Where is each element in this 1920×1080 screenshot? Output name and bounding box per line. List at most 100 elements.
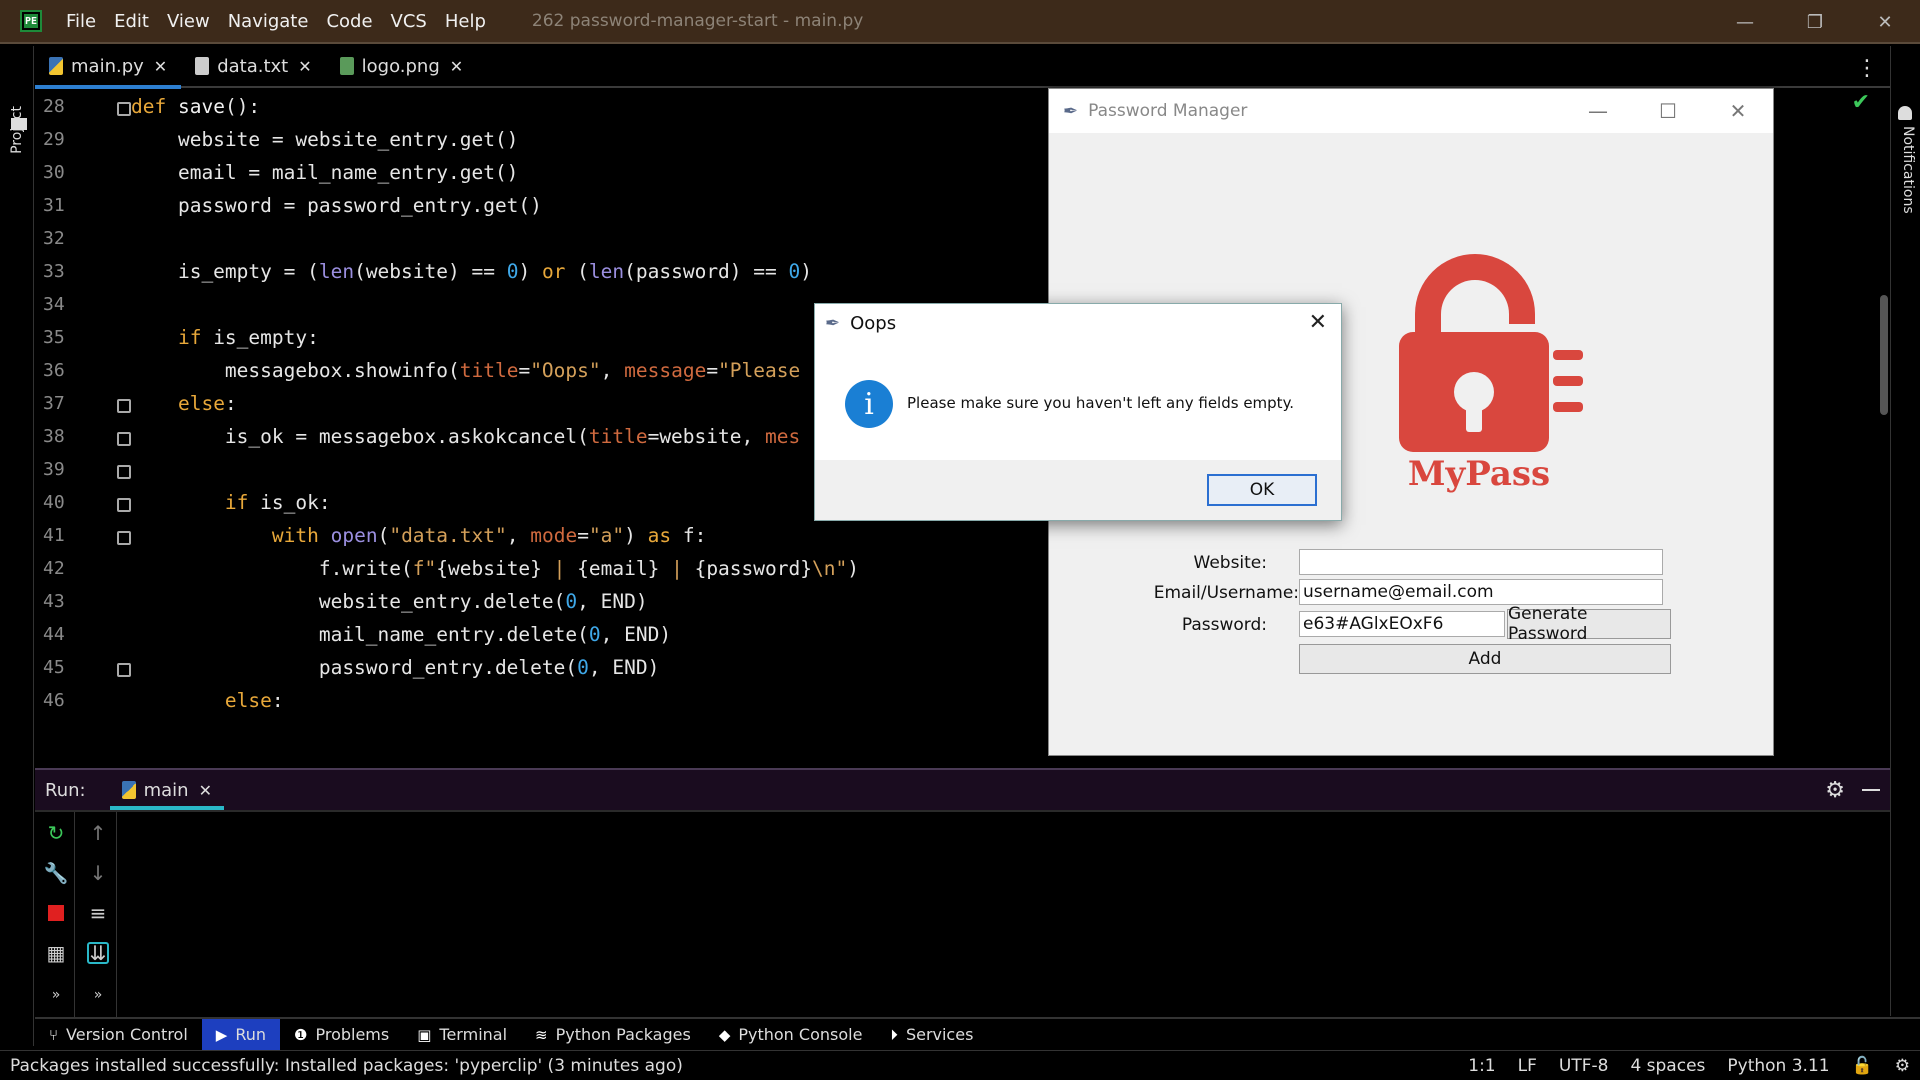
generate-password-button[interactable]: Generate Password bbox=[1507, 604, 1671, 644]
pycharm-logo-icon[interactable]: PE bbox=[20, 10, 42, 32]
line-number: 40 bbox=[43, 492, 65, 513]
text-file-icon bbox=[195, 57, 210, 75]
close-icon[interactable]: ✕ bbox=[199, 781, 212, 800]
more-options-icon[interactable]: ⋮ bbox=[1856, 56, 1878, 81]
tab-data-txt[interactable]: data.txt ✕ bbox=[181, 45, 325, 87]
fold-marker-icon[interactable] bbox=[117, 399, 131, 413]
restore-button[interactable]: ❐ bbox=[1780, 0, 1850, 44]
more-actions-icon[interactable]: » bbox=[45, 984, 67, 1006]
title-bar: PE File Edit View Navigate Code VCS Help… bbox=[0, 0, 1920, 44]
tool-run[interactable]: ▶ Run bbox=[201, 1019, 281, 1050]
run-toolbar: ↻ 🔧 ▦ » bbox=[35, 812, 75, 1017]
menu-view[interactable]: View bbox=[167, 11, 210, 32]
fold-marker-icon[interactable] bbox=[117, 102, 131, 116]
tool-label: Run bbox=[235, 1025, 267, 1044]
fold-marker-icon[interactable] bbox=[117, 498, 131, 512]
arrow-up-icon[interactable]: ↑ bbox=[87, 821, 109, 845]
line-number: 46 bbox=[43, 690, 65, 711]
code-line: website_entry.delete(0, END) bbox=[131, 590, 648, 613]
add-button[interactable]: Add bbox=[1299, 644, 1671, 674]
menu-vcs[interactable]: VCS bbox=[391, 11, 427, 32]
menu-edit[interactable]: Edit bbox=[114, 11, 149, 32]
line-number: 41 bbox=[43, 525, 65, 546]
ok-button[interactable]: OK bbox=[1207, 474, 1317, 506]
no-problems-check-icon[interactable]: ✔ bbox=[1852, 90, 1870, 115]
tab-main-py[interactable]: main.py ✕ bbox=[35, 45, 182, 89]
tab-label: main.py bbox=[71, 55, 144, 77]
tab-label: logo.png bbox=[361, 55, 440, 77]
menu-code[interactable]: Code bbox=[326, 11, 372, 32]
close-icon[interactable]: ✕ bbox=[154, 57, 167, 76]
pm-close-button[interactable]: ✕ bbox=[1703, 89, 1773, 133]
close-button[interactable]: ✕ bbox=[1850, 0, 1920, 44]
website-label: Website: bbox=[1193, 553, 1268, 573]
status-widgets: 1:1 LF UTF-8 4 spaces Python 3.11 🔓 ⚙ bbox=[1446, 1056, 1910, 1076]
tool-label: Problems bbox=[315, 1025, 390, 1044]
gear-icon[interactable]: ⚙ bbox=[1895, 1056, 1910, 1076]
run-tab-main[interactable]: main ✕ bbox=[109, 769, 225, 811]
python-console-icon: ◆ bbox=[718, 1025, 731, 1044]
image-file-icon bbox=[339, 57, 354, 75]
soft-wrap-icon[interactable]: ≡ bbox=[87, 901, 109, 925]
arrow-down-icon[interactable]: ↓ bbox=[87, 861, 109, 885]
indent-setting[interactable]: 4 spaces bbox=[1630, 1056, 1705, 1076]
tool-terminal[interactable]: ▣ Terminal bbox=[403, 1019, 521, 1050]
caret-position[interactable]: 1:1 bbox=[1468, 1056, 1495, 1076]
fold-marker-icon[interactable] bbox=[117, 465, 131, 479]
website-input[interactable] bbox=[1299, 549, 1663, 575]
folder-icon[interactable] bbox=[11, 118, 27, 130]
pm-minimize-button[interactable]: — bbox=[1563, 89, 1633, 133]
stop-icon[interactable] bbox=[45, 902, 67, 924]
notifications-tool-button[interactable]: Notifications bbox=[1900, 126, 1916, 214]
menu-navigate[interactable]: Navigate bbox=[228, 11, 309, 32]
code-line: if is_ok: bbox=[224, 491, 331, 514]
file-encoding[interactable]: UTF-8 bbox=[1559, 1056, 1609, 1076]
more-actions-icon[interactable]: » bbox=[87, 984, 109, 1006]
close-icon[interactable]: ✕ bbox=[450, 57, 463, 76]
scroll-to-end-icon[interactable]: ⇊ bbox=[87, 941, 109, 965]
dialog-message: Please make sure you haven't left any fi… bbox=[907, 394, 1295, 412]
rerun-icon[interactable]: ↻ bbox=[45, 821, 67, 845]
pm-maximize-button[interactable]: ☐ bbox=[1633, 89, 1703, 133]
logo-text: MyPass bbox=[1407, 454, 1551, 494]
code-line: else: bbox=[224, 689, 284, 712]
layout-icon[interactable]: ▦ bbox=[45, 941, 67, 965]
fold-marker-icon[interactable] bbox=[117, 531, 131, 545]
minimize-button[interactable]: — bbox=[1710, 0, 1780, 44]
tool-version-control[interactable]: ⑂ Version Control bbox=[35, 1019, 202, 1050]
bell-icon[interactable] bbox=[1898, 106, 1912, 120]
code-line: def save(): bbox=[131, 95, 261, 118]
python-interpreter[interactable]: Python 3.11 bbox=[1727, 1056, 1829, 1076]
tool-label: Version Control bbox=[66, 1025, 188, 1044]
line-number: 44 bbox=[43, 624, 65, 645]
problems-icon: ❶ bbox=[294, 1025, 308, 1044]
line-number: 37 bbox=[43, 393, 65, 414]
tab-logo-png[interactable]: logo.png ✕ bbox=[326, 45, 478, 87]
wrench-icon[interactable]: 🔧 bbox=[44, 861, 69, 885]
oops-dialog: ✒ Oops ✕ i Please make sure you haven't … bbox=[814, 303, 1342, 521]
code-line: messagebox.showinfo(title="Oops", messag… bbox=[131, 359, 801, 382]
email-input[interactable]: username@email.com bbox=[1299, 579, 1663, 605]
tool-python-console[interactable]: ◆ Python Console bbox=[705, 1019, 877, 1050]
fold-marker-icon[interactable] bbox=[117, 432, 131, 446]
tool-services[interactable]: ⏵ Services bbox=[876, 1019, 987, 1050]
tool-python-packages[interactable]: ≋ Python Packages bbox=[521, 1019, 705, 1050]
password-input[interactable]: e63#AGlxEOxF6 bbox=[1299, 611, 1505, 637]
tool-problems[interactable]: ❶ Problems bbox=[280, 1019, 403, 1050]
gear-icon[interactable]: ⚙ bbox=[1825, 778, 1845, 803]
lock-icon[interactable]: 🔓 bbox=[1852, 1056, 1873, 1076]
tool-label: Python Console bbox=[738, 1025, 863, 1044]
fold-marker-icon[interactable] bbox=[117, 663, 131, 677]
run-console[interactable]: ↻ 🔧 ▦ » ↑ ↓ ≡ ⇊ » bbox=[35, 810, 1890, 1017]
packages-layers-icon: ≋ bbox=[535, 1025, 548, 1044]
run-label: Run: bbox=[45, 779, 86, 801]
minimize-panel-icon[interactable] bbox=[1862, 789, 1880, 791]
close-icon[interactable]: ✕ bbox=[298, 57, 311, 76]
line-number: 43 bbox=[43, 591, 65, 612]
dialog-close-button[interactable]: ✕ bbox=[1309, 310, 1327, 335]
status-message[interactable]: Packages installed successfully: Install… bbox=[10, 1056, 683, 1076]
editor-scrollbar[interactable] bbox=[1880, 295, 1888, 415]
menu-help[interactable]: Help bbox=[445, 11, 486, 32]
menu-file[interactable]: File bbox=[66, 11, 96, 32]
line-separator[interactable]: LF bbox=[1518, 1056, 1537, 1076]
